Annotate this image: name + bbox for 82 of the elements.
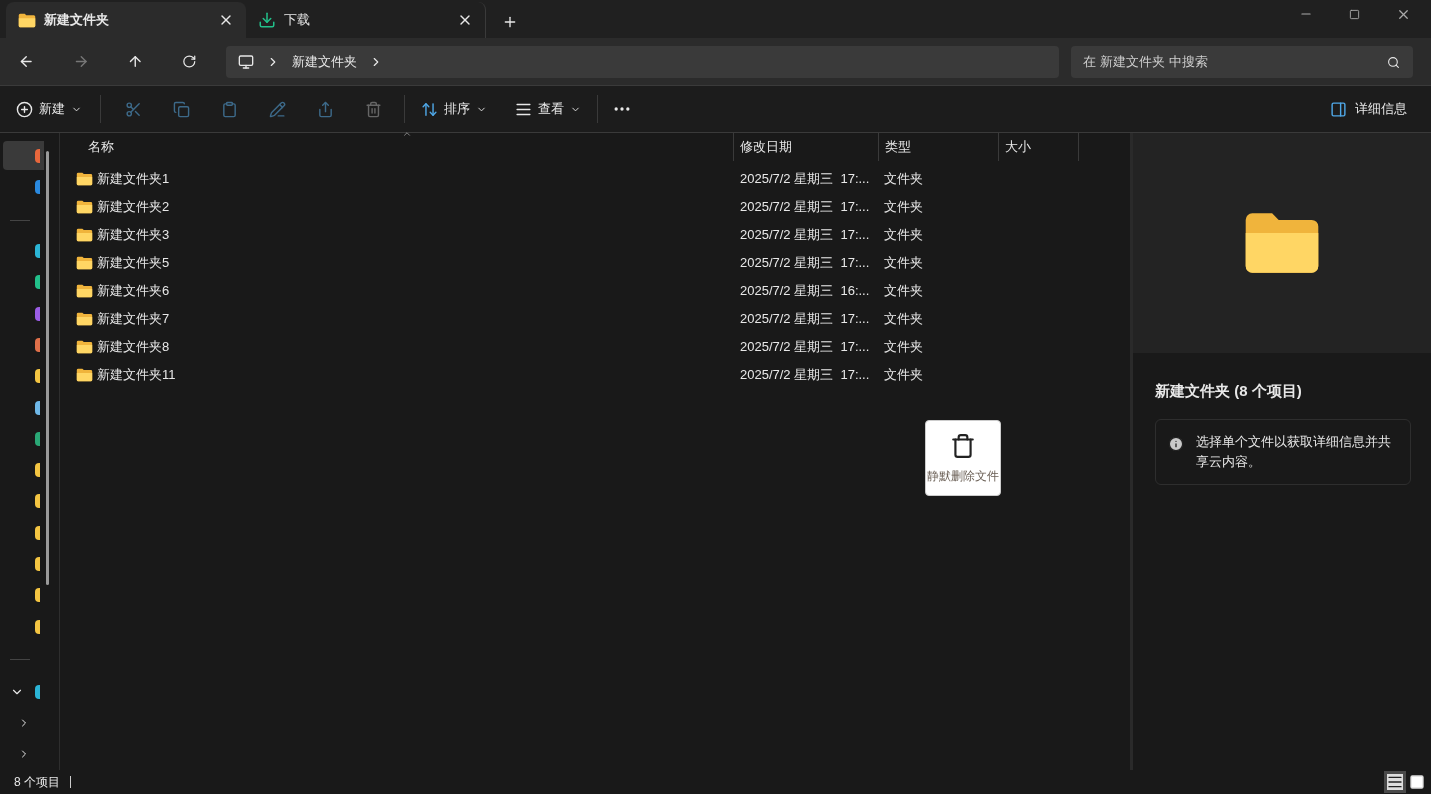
folder-icon: [76, 256, 93, 270]
type-cell-text: 文件夹: [883, 338, 924, 357]
up-icon[interactable]: [127, 53, 144, 70]
file-name: 新建文件夹6: [97, 282, 170, 301]
folder-icon: [76, 200, 93, 214]
details-button[interactable]: 详细信息: [1322, 99, 1415, 119]
trash-icon: [950, 431, 976, 461]
date-cell-text: 2025/7/2 星期三 17:...: [739, 338, 871, 357]
list-icon: [1387, 774, 1403, 790]
delete-icon[interactable]: [365, 100, 382, 118]
folder-icon: [18, 12, 36, 28]
monitor-icon: [238, 53, 255, 70]
file-row[interactable]: 新建文件夹6 2025/7/2 星期三 16:... 文件夹: [60, 277, 1130, 305]
column-header[interactable]: 类型: [878, 133, 998, 161]
panel-icon: [1330, 100, 1347, 118]
new-button[interactable]: 新建: [16, 99, 94, 119]
file-row[interactable]: 新建文件夹8 2025/7/2 星期三 17:... 文件夹: [60, 333, 1130, 361]
date-cell-text: 2025/7/2 星期三 17:...: [739, 254, 871, 273]
item-count: 8 个项目: [14, 774, 60, 791]
file-row[interactable]: 新建文件夹11 2025/7/2 星期三 17:... 文件夹: [60, 361, 1130, 389]
tooltip-label: 静默删除文件: [927, 468, 999, 485]
plus-icon: [16, 100, 33, 118]
type-cell-text: 文件夹: [883, 226, 924, 245]
tab[interactable]: 新建文件夹: [6, 2, 246, 38]
maximize-icon[interactable]: [1349, 8, 1360, 20]
window-icon: [1409, 774, 1425, 790]
date-cell-text: 2025/7/2 星期三 17:...: [739, 170, 871, 189]
type-cell-text: 文件夹: [883, 366, 924, 385]
folder-icon: [76, 228, 93, 242]
back-icon[interactable]: [18, 53, 35, 70]
file-name: 新建文件夹3: [97, 226, 170, 245]
file-name: 新建文件夹11: [97, 366, 176, 385]
copy-icon[interactable]: [173, 100, 190, 118]
type-cell-text: 文件夹: [883, 170, 924, 189]
search-field[interactable]: 在 新建文件夹 中搜索: [1071, 45, 1413, 78]
breadcrumb[interactable]: 新建文件夹: [292, 51, 358, 72]
share-icon[interactable]: [317, 100, 334, 118]
refresh-icon[interactable]: [181, 54, 197, 69]
type-cell-text: 文件夹: [883, 198, 924, 217]
details-title: 新建文件夹 (8 个项目): [1155, 381, 1303, 401]
download-icon: [258, 11, 276, 29]
date-cell-text: 2025/7/2 星期三 17:...: [739, 310, 871, 329]
info-text: 选择单个文件以获取详细信息并共享云内容。: [1196, 432, 1392, 471]
column-header[interactable]: 大小: [998, 133, 1078, 161]
sort-icon: [421, 100, 438, 118]
address-bar[interactable]: 新建文件夹: [226, 45, 1060, 78]
folder-icon: [76, 172, 93, 186]
folder-icon: [76, 340, 93, 354]
column-header[interactable]: 名称: [60, 133, 733, 161]
folder-icon: [76, 312, 93, 326]
view-button[interactable]: 查看: [503, 99, 593, 119]
date-cell-text: 2025/7/2 星期三 17:...: [739, 366, 871, 385]
nav-item[interactable]: [3, 141, 44, 171]
file-name: 新建文件夹7: [97, 310, 170, 329]
date-cell-text: 2025/7/2 星期三 17:...: [739, 198, 871, 217]
file-row[interactable]: 新建文件夹1 2025/7/2 星期三 17:... 文件夹: [60, 165, 1130, 193]
file-name: 新建文件夹2: [97, 198, 170, 217]
file-row[interactable]: 新建文件夹3 2025/7/2 星期三 17:... 文件夹: [60, 221, 1130, 249]
file-name: 新建文件夹5: [97, 254, 170, 273]
folder-icon: [76, 284, 93, 298]
view-mode-button[interactable]: [1384, 771, 1406, 793]
tab-label: 新建文件夹: [44, 11, 110, 30]
folder-icon: [76, 368, 93, 382]
file-row[interactable]: 新建文件夹2 2025/7/2 星期三 17:... 文件夹: [60, 193, 1130, 221]
type-cell-text: 文件夹: [883, 254, 924, 273]
type-cell-text: 文件夹: [883, 282, 924, 301]
file-row[interactable]: 新建文件夹7 2025/7/2 星期三 17:... 文件夹: [60, 305, 1130, 333]
new-tab-icon[interactable]: [502, 14, 518, 30]
sort-button[interactable]: 排序: [409, 99, 499, 119]
cut-icon[interactable]: [125, 100, 142, 118]
search-icon: [1387, 55, 1400, 69]
column-header[interactable]: 修改日期: [733, 133, 878, 161]
file-name: 新建文件夹8: [97, 338, 170, 357]
date-cell-text: 2025/7/2 星期三 17:...: [739, 226, 871, 245]
info-icon: [1168, 435, 1184, 452]
tab-label: 下载: [284, 11, 311, 30]
paste-icon[interactable]: [221, 100, 238, 118]
file-row[interactable]: 新建文件夹5 2025/7/2 星期三 17:... 文件夹: [60, 249, 1130, 277]
rename-icon[interactable]: [269, 100, 286, 118]
date-cell-text: 2025/7/2 星期三 16:...: [739, 282, 871, 301]
type-cell-text: 文件夹: [883, 310, 924, 329]
file-name: 新建文件夹1: [97, 170, 170, 189]
